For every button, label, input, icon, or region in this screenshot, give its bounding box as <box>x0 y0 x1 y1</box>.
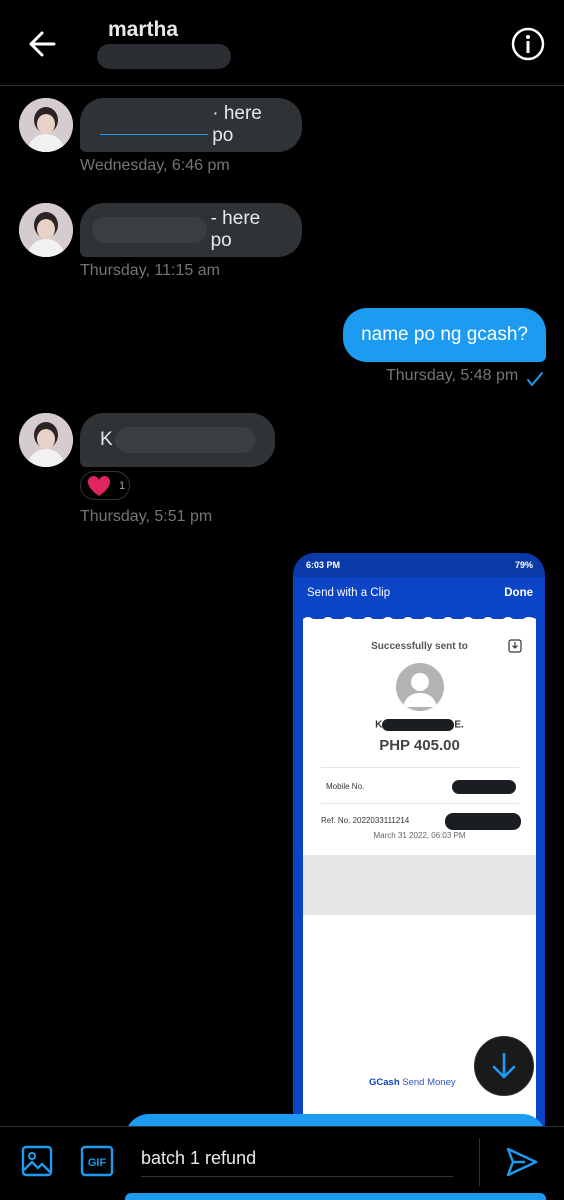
message-text: - here po <box>210 208 261 251</box>
message-timestamp: Thursday, 5:48 pm <box>386 367 519 384</box>
divider <box>321 767 519 768</box>
svg-text:GIF: GIF <box>88 1157 107 1169</box>
app-bar-title: Send with a Clip <box>307 587 391 599</box>
attachment-app-bar: Send with a Clip Done <box>293 577 545 611</box>
recipient-avatar <box>396 663 444 711</box>
message-text: name po ng gcash? <box>361 324 528 345</box>
amount: PHP 405.00 <box>379 737 460 754</box>
arrow-down-icon <box>492 1052 516 1079</box>
recipient-name: K E. <box>375 719 464 731</box>
redacted-mobile <box>452 780 516 794</box>
avatar[interactable] <box>19 98 73 152</box>
redacted-text <box>92 217 207 243</box>
message-timestamp: Thursday, 5:51 pm <box>80 508 213 525</box>
receipt-shaded-area <box>303 855 536 915</box>
redacted-name <box>382 719 455 731</box>
message-text: K <box>100 429 113 450</box>
seen-check-icon <box>527 372 543 386</box>
status-time: 6:03 PM <box>306 560 341 570</box>
redacted-handle <box>97 44 231 69</box>
back-arrow-icon[interactable] <box>24 26 60 62</box>
send-icon[interactable] <box>504 1144 540 1180</box>
conversation-header: martha <box>0 0 564 86</box>
done-label: Done <box>504 587 533 599</box>
message-bubble[interactable]: · here po <box>80 98 302 152</box>
message-bubble-outgoing[interactable]: name po ng gcash? <box>343 308 546 362</box>
mobile-label: Mobile No. <box>326 782 365 791</box>
message-bubble[interactable]: - here po <box>80 203 302 257</box>
message-timestamp: Wednesday, 6:46 pm <box>80 157 230 174</box>
message-text: · here po <box>212 103 262 146</box>
heart-icon <box>87 475 111 496</box>
sent-label: Successfully sent to <box>371 641 468 652</box>
redacted-text <box>114 427 255 453</box>
gif-icon[interactable]: GIF <box>80 1145 114 1177</box>
transaction-date: March 31 2022, 06:03 PM <box>373 831 466 840</box>
redacted-reference <box>445 813 521 830</box>
message-bubble[interactable]: K <box>80 413 275 467</box>
message-input[interactable] <box>141 1141 453 1177</box>
composer-divider <box>479 1138 480 1186</box>
avatar[interactable] <box>19 413 73 467</box>
reference-number: Ref. No. 2022033111214 <box>321 816 410 825</box>
redacted-text <box>100 115 209 135</box>
attachment-status-bar: 6:03 PM 79% <box>293 553 545 577</box>
image-icon[interactable] <box>21 1145 53 1177</box>
status-battery: 79% <box>514 560 533 570</box>
receipt-edge <box>303 617 536 623</box>
conversation-title: martha <box>108 18 179 41</box>
scroll-to-bottom-button[interactable] <box>474 1036 534 1096</box>
gcash-brand: GCash Send Money <box>369 1077 456 1088</box>
outgoing-bubble-partial <box>125 1193 546 1200</box>
divider <box>321 803 519 804</box>
message-timestamp: Thursday, 11:15 am <box>80 262 220 279</box>
avatar[interactable] <box>19 203 73 257</box>
info-icon[interactable] <box>510 26 546 62</box>
reaction-count: 1 <box>119 479 126 492</box>
download-icon <box>508 639 522 653</box>
reaction-badge[interactable]: 1 <box>80 471 130 500</box>
